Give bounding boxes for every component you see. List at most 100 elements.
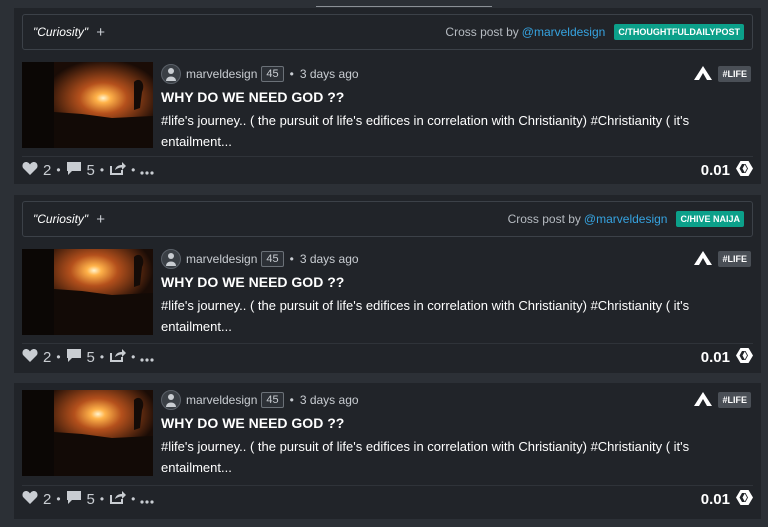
peakd-logo-icon[interactable] <box>694 391 713 409</box>
post-time[interactable]: 3 days ago <box>300 393 359 407</box>
post-tags: #LIFE <box>694 250 751 268</box>
post-excerpt[interactable]: #life's journey.. ( the pursuit of life'… <box>161 295 721 337</box>
crosspost-header: "Curiosity" + Cross post by @marveldesig… <box>22 14 753 50</box>
share-icon[interactable] <box>109 490 127 508</box>
payout[interactable]: 0.01 <box>701 347 753 367</box>
post-card: marveldesign 45 • 3 days ago #LIFE WHY D… <box>14 383 761 519</box>
action-separator: • <box>131 163 136 177</box>
peakd-logo-icon[interactable] <box>694 250 713 268</box>
reblog-button[interactable] <box>109 161 127 179</box>
action-separator: • <box>131 350 136 364</box>
vote-button[interactable]: 2 <box>22 348 51 367</box>
avatar[interactable] <box>161 249 181 269</box>
action-separator: • <box>99 163 105 177</box>
reblog-button[interactable] <box>109 348 127 366</box>
meta-separator: • <box>289 67 294 81</box>
reblog-button[interactable] <box>109 490 127 508</box>
reputation-badge: 45 <box>261 392 284 408</box>
post-actions: 2 • 5 • • 0.01 <box>22 485 753 512</box>
post-card: "Curiosity" + Cross post by @marveldesig… <box>14 195 761 373</box>
heart-icon[interactable] <box>22 490 38 509</box>
post-thumbnail[interactable] <box>22 62 153 148</box>
comment-button[interactable]: 5 <box>66 348 95 367</box>
vote-count: 2 <box>43 161 52 179</box>
more-button[interactable] <box>140 349 154 366</box>
comment-icon[interactable] <box>66 348 82 367</box>
community-badge[interactable]: C/THOUGHTFULDAILYPOST <box>614 24 744 40</box>
payout-value[interactable]: 0.01 <box>701 491 730 508</box>
post-title[interactable]: WHY DO WE NEED GOD ?? <box>161 415 751 431</box>
author-link[interactable]: marveldesign <box>186 67 257 81</box>
crosspost-user-link[interactable]: @marveldesign <box>584 212 668 226</box>
crosspost-header: "Curiosity" + Cross post by @marveldesig… <box>22 201 753 237</box>
more-icon[interactable] <box>140 162 154 179</box>
post-meta: marveldesign 45 • 3 days ago #LIFE <box>161 248 751 270</box>
payout[interactable]: 0.01 <box>701 489 753 509</box>
heart-icon[interactable] <box>22 348 38 367</box>
tag-badge[interactable]: #LIFE <box>718 251 751 267</box>
share-icon[interactable] <box>109 161 127 179</box>
heart-icon[interactable] <box>22 161 38 180</box>
tag-badge[interactable]: #LIFE <box>718 66 751 82</box>
post-thumbnail[interactable] <box>22 249 153 335</box>
comment-count: 5 <box>86 348 95 366</box>
post-actions: 2 • 5 • • 0.01 <box>22 156 753 183</box>
action-separator: • <box>56 163 61 177</box>
top-divider <box>316 0 492 7</box>
comment-button[interactable]: 5 <box>66 161 95 180</box>
comment-icon[interactable] <box>66 161 82 180</box>
post-time[interactable]: 3 days ago <box>300 252 359 266</box>
hive-icon <box>736 489 753 509</box>
hive-icon <box>736 160 753 180</box>
crosspost-label: Cross post by <box>445 25 519 39</box>
community-badge[interactable]: C/HIVE NAIJA <box>676 211 744 227</box>
comment-count: 5 <box>86 490 95 508</box>
more-icon[interactable] <box>140 491 154 508</box>
action-separator: • <box>99 492 105 506</box>
add-button[interactable]: + <box>96 24 105 41</box>
payout-value[interactable]: 0.01 <box>701 349 730 366</box>
post-actions: 2 • 5 • • 0.01 <box>22 343 753 370</box>
comment-button[interactable]: 5 <box>66 490 95 509</box>
post-thumbnail[interactable] <box>22 390 153 476</box>
reputation-badge: 45 <box>261 251 284 267</box>
payout-value[interactable]: 0.01 <box>701 162 730 179</box>
vote-button[interactable]: 2 <box>22 490 51 509</box>
reputation-badge: 45 <box>261 66 284 82</box>
meta-separator: • <box>289 252 294 266</box>
avatar[interactable] <box>161 64 181 84</box>
post-card: "Curiosity" + Cross post by @marveldesig… <box>14 8 761 184</box>
vote-count: 2 <box>43 490 52 508</box>
share-icon[interactable] <box>109 348 127 366</box>
comment-icon[interactable] <box>66 490 82 509</box>
crosspost-user-link[interactable]: @marveldesign <box>522 25 606 39</box>
more-button[interactable] <box>140 491 154 508</box>
peakd-logo-icon[interactable] <box>694 65 713 83</box>
vote-count: 2 <box>43 348 52 366</box>
more-button[interactable] <box>140 162 154 179</box>
action-separator: • <box>56 350 61 364</box>
crosspost-title[interactable]: "Curiosity" <box>33 25 88 39</box>
add-button[interactable]: + <box>96 211 105 228</box>
crosspost-title[interactable]: "Curiosity" <box>33 212 88 226</box>
post-body: marveldesign 45 • 3 days ago #LIFE WHY D… <box>161 63 751 152</box>
crosspost-label: Cross post by <box>507 212 581 226</box>
payout[interactable]: 0.01 <box>701 160 753 180</box>
post-title[interactable]: WHY DO WE NEED GOD ?? <box>161 89 751 105</box>
author-link[interactable]: marveldesign <box>186 252 257 266</box>
post-title[interactable]: WHY DO WE NEED GOD ?? <box>161 274 751 290</box>
post-time[interactable]: 3 days ago <box>300 67 359 81</box>
post-excerpt[interactable]: #life's journey.. ( the pursuit of life'… <box>161 436 721 478</box>
author-link[interactable]: marveldesign <box>186 393 257 407</box>
post-meta: marveldesign 45 • 3 days ago #LIFE <box>161 389 751 411</box>
post-body: marveldesign 45 • 3 days ago #LIFE WHY D… <box>161 248 751 337</box>
avatar[interactable] <box>161 390 181 410</box>
post-excerpt[interactable]: #life's journey.. ( the pursuit of life'… <box>161 110 721 152</box>
post-tags: #LIFE <box>694 65 751 83</box>
tag-badge[interactable]: #LIFE <box>718 392 751 408</box>
vote-button[interactable]: 2 <box>22 161 51 180</box>
post-tags: #LIFE <box>694 391 751 409</box>
post-meta: marveldesign 45 • 3 days ago #LIFE <box>161 63 751 85</box>
more-icon[interactable] <box>140 349 154 366</box>
hive-icon <box>736 347 753 367</box>
